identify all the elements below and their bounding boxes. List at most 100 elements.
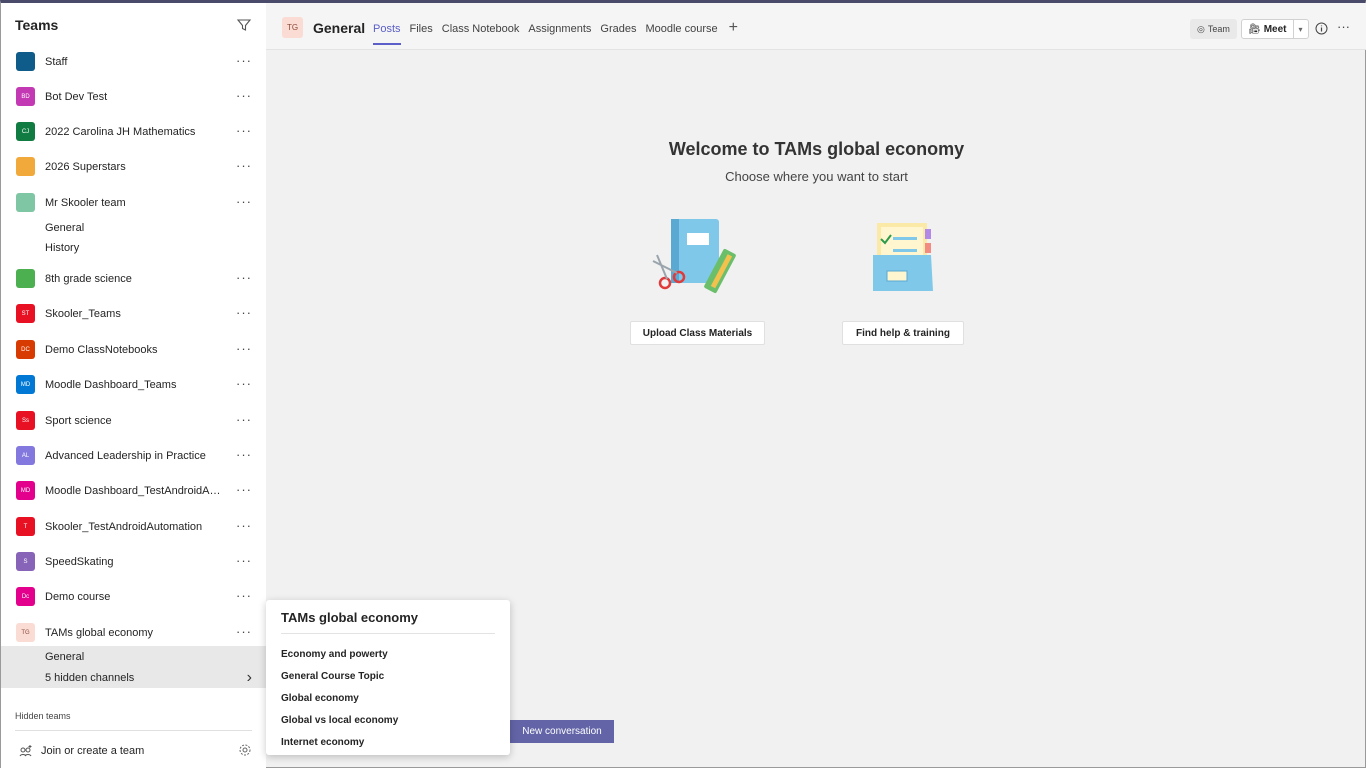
- more-options-icon[interactable]: ···: [236, 377, 252, 391]
- tab-files[interactable]: Files: [410, 23, 433, 45]
- team-item[interactable]: Ss Sport science ···: [1, 403, 266, 438]
- tab-grades[interactable]: Grades: [600, 23, 636, 45]
- team-avatar: [16, 269, 35, 288]
- team-button[interactable]: ◎ Team: [1190, 19, 1237, 39]
- join-create-team-button[interactable]: Join or create a team: [19, 744, 144, 758]
- eye-icon: ◎: [1197, 23, 1205, 34]
- team-item[interactable]: 2026 Superstars ···: [1, 149, 266, 184]
- team-item[interactable]: DC Demo ClassNotebooks ···: [1, 332, 266, 367]
- tab-posts[interactable]: Posts: [373, 23, 401, 45]
- team-item[interactable]: ST Skooler_Teams ···: [1, 296, 266, 331]
- meet-main[interactable]: 🎥︎ Meet: [1242, 20, 1294, 38]
- more-options-icon[interactable]: ···: [236, 159, 252, 173]
- more-options-icon[interactable]: ···: [236, 195, 252, 209]
- more-options-icon[interactable]: ···: [236, 89, 252, 103]
- team-name: Demo course: [45, 590, 111, 603]
- welcome-subtitle: Choose where you want to start: [725, 169, 908, 184]
- channel-item[interactable]: General: [1, 218, 266, 238]
- team-item[interactable]: AL Advanced Leadership in Practice ···: [1, 438, 266, 473]
- team-name: Skooler_TestAndroidAutomation: [45, 520, 203, 533]
- find-help-training-button[interactable]: Find help & training: [842, 321, 964, 345]
- team-avatar: Ss: [16, 411, 35, 430]
- more-options-icon[interactable]: ···: [236, 625, 252, 639]
- team-avatar: Dc: [16, 587, 35, 606]
- hidden-teams-label[interactable]: Hidden teams: [15, 711, 71, 721]
- team-badge: TG: [282, 17, 303, 38]
- more-options-icon[interactable]: ···: [236, 519, 252, 533]
- class-materials-illustration: [652, 219, 736, 294]
- team-item[interactable]: CJ 2022 Carolina JH Mathematics ···: [1, 114, 266, 149]
- more-options-icon[interactable]: ···: [1337, 19, 1350, 34]
- team-avatar: BD: [16, 87, 35, 106]
- meet-button[interactable]: 🎥︎ Meet ▾: [1241, 19, 1309, 39]
- team-item[interactable]: TG TAMs global economy ···: [1, 615, 266, 650]
- sidebar-title: Teams: [15, 17, 59, 33]
- channel-item[interactable]: History: [1, 238, 266, 258]
- filter-icon[interactable]: [236, 17, 252, 33]
- more-options-icon[interactable]: ···: [236, 483, 252, 497]
- team-name: Advanced Leadership in Practice: [45, 449, 206, 462]
- add-team-icon: [19, 745, 32, 757]
- tab-class-notebook[interactable]: Class Notebook: [442, 23, 520, 45]
- team-name: Bot Dev Test: [45, 90, 108, 103]
- channel-title: General: [313, 20, 366, 36]
- meet-label: Meet: [1263, 23, 1287, 35]
- team-item[interactable]: 8th grade science ···: [1, 261, 266, 296]
- team-item[interactable]: T Skooler_TestAndroidAutomation ···: [1, 509, 266, 544]
- teams-sidebar: Teams Staff ··· BD Bot Dev Test ··· CJ 2022 Ca…: [1, 3, 266, 768]
- sidebar-header: Teams: [1, 3, 266, 47]
- upload-class-materials-button[interactable]: Upload Class Materials: [630, 321, 765, 345]
- popup-channel-item[interactable]: Global economy: [281, 688, 495, 710]
- more-options-icon[interactable]: ···: [236, 554, 252, 568]
- popup-channel-item[interactable]: General Course Topic: [281, 666, 495, 688]
- team-avatar: [16, 157, 35, 176]
- team-item[interactable]: Dc Demo course ···: [1, 579, 266, 614]
- team-name: 2026 Superstars: [45, 160, 126, 173]
- more-options-icon[interactable]: ···: [236, 124, 252, 138]
- team-item[interactable]: MD Moodle Dashboard_Teams ···: [1, 367, 266, 402]
- tab-moodle-course[interactable]: Moodle course: [645, 23, 717, 45]
- team-item[interactable]: Mr Skooler team ···: [1, 185, 266, 220]
- team-name: Demo ClassNotebooks: [45, 343, 158, 356]
- hidden-channels-popup: TAMs global economy Economy and powerty …: [266, 600, 510, 755]
- team-name: Staff: [45, 55, 68, 68]
- new-conversation-button[interactable]: New conversation: [510, 720, 614, 743]
- team-name: Sport science: [45, 414, 112, 427]
- team-avatar: TG: [16, 623, 35, 642]
- chevron-right-icon[interactable]: ›: [247, 669, 252, 687]
- add-tab-icon[interactable]: +: [729, 19, 738, 45]
- team-item[interactable]: S SpeedSkating ···: [1, 544, 266, 579]
- team-avatar: [16, 52, 35, 71]
- tab-assignments[interactable]: Assignments: [528, 23, 591, 45]
- team-item[interactable]: BD Bot Dev Test ···: [1, 79, 266, 114]
- more-options-icon[interactable]: ···: [236, 54, 252, 68]
- team-item[interactable]: MD Moodle Dashboard_TestAndroidAuto... ···: [1, 473, 266, 508]
- join-label: Join or create a team: [41, 745, 145, 757]
- team-avatar: CJ: [16, 122, 35, 141]
- more-options-icon[interactable]: ···: [236, 589, 252, 603]
- team-name: SpeedSkating: [45, 555, 114, 568]
- team-name: Moodle Dashboard_Teams: [45, 378, 177, 391]
- gear-icon[interactable]: [238, 743, 252, 757]
- info-icon[interactable]: [1315, 22, 1328, 35]
- team-name: Mr Skooler team: [45, 196, 126, 209]
- popup-channel-item[interactable]: Economy and powerty: [281, 644, 495, 666]
- chevron-down-icon[interactable]: ▾: [1294, 25, 1308, 34]
- more-options-icon[interactable]: ···: [236, 306, 252, 320]
- more-options-icon[interactable]: ···: [236, 342, 252, 356]
- more-options-icon[interactable]: ···: [236, 413, 252, 427]
- more-options-icon[interactable]: ···: [236, 271, 252, 285]
- more-options-icon[interactable]: ···: [236, 448, 252, 462]
- team-item[interactable]: Staff ···: [1, 44, 266, 79]
- team-avatar: ST: [16, 304, 35, 323]
- popup-channel-item[interactable]: Global vs local economy: [281, 710, 495, 732]
- team-button-label: Team: [1207, 24, 1230, 34]
- team-name: 8th grade science: [45, 272, 132, 285]
- app-window: Teams Staff ··· BD Bot Dev Test ··· CJ 2022 Ca…: [0, 0, 1366, 768]
- hidden-channels-item[interactable]: 5 hidden channels: [1, 668, 266, 688]
- team-avatar: AL: [16, 446, 35, 465]
- team-name: Moodle Dashboard_TestAndroidAuto...: [45, 484, 225, 497]
- team-avatar: S: [16, 552, 35, 571]
- channel-general-selected[interactable]: General: [1, 647, 266, 667]
- popup-channel-item[interactable]: Internet economy: [281, 732, 495, 754]
